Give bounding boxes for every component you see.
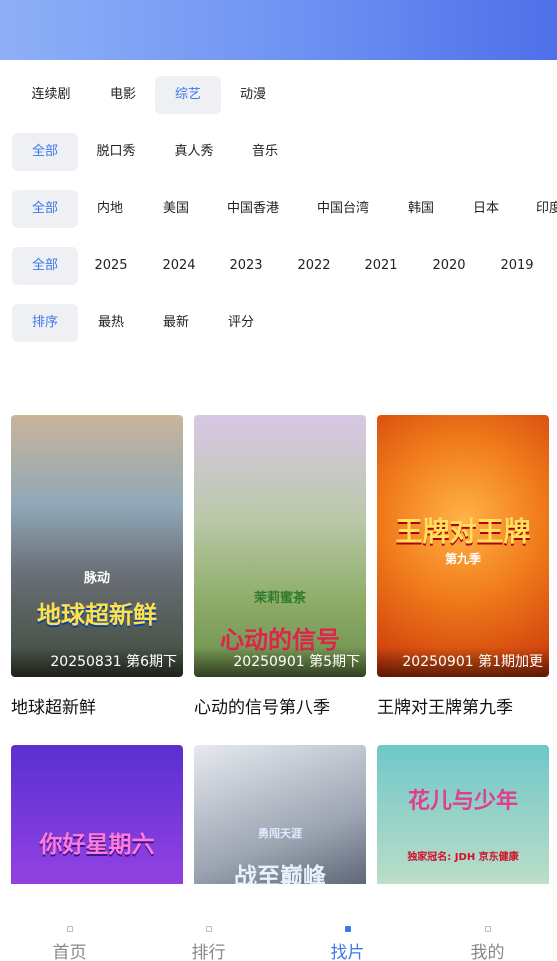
region-filter-mainland[interactable]: 内地 bbox=[88, 190, 132, 228]
tab-variety[interactable]: 综艺 bbox=[155, 76, 221, 114]
top-header-bar bbox=[0, 0, 557, 60]
sort-filter-row: 排序 最热 最新 评分 bbox=[0, 304, 557, 344]
nav-discover[interactable]: 找片 bbox=[278, 884, 417, 961]
episode-tag: 20250901 第1期加更 bbox=[402, 654, 543, 670]
show-title[interactable]: 地球超新鲜 bbox=[11, 693, 96, 718]
home-icon bbox=[66, 926, 73, 932]
show-card-heart-signal[interactable]: 心动的信号 茉莉蜜茶 20250901 第5期下 心动的信号第八季 bbox=[194, 415, 366, 725]
show-card-hello-saturday[interactable]: 你好星期六 bbox=[11, 745, 183, 884]
year-filter-row: 全部 2025 2024 2023 2022 2021 2020 2019 bbox=[0, 247, 557, 287]
year-filter-2025[interactable]: 2025 bbox=[90, 247, 132, 285]
nav-profile[interactable]: 我的 bbox=[418, 884, 557, 961]
show-card-ace-vs-ace[interactable]: 王牌对王牌 第九季 20250901 第1期加更 王牌对王牌第九季 bbox=[377, 415, 549, 725]
year-filter-2021[interactable]: 2021 bbox=[360, 247, 402, 285]
tab-anime[interactable]: 动漫 bbox=[220, 76, 286, 114]
show-title[interactable]: 心动的信号第八季 bbox=[194, 693, 330, 718]
nav-discover-label: 找片 bbox=[330, 943, 365, 961]
type-filter-all[interactable]: 全部 bbox=[12, 133, 78, 171]
tab-series[interactable]: 连续剧 bbox=[18, 76, 84, 114]
region-filter-japan[interactable]: 日本 bbox=[465, 190, 507, 228]
region-filter-korea[interactable]: 韩国 bbox=[400, 190, 442, 228]
sort-rating[interactable]: 评分 bbox=[220, 304, 262, 342]
ranking-icon bbox=[205, 926, 212, 932]
show-card-divas[interactable]: 花儿与少年 独家冠名: JDH 京东健康 bbox=[377, 745, 549, 884]
nav-ranking[interactable]: 排行 bbox=[139, 884, 278, 961]
year-filter-2022[interactable]: 2022 bbox=[293, 247, 335, 285]
region-filter-taiwan[interactable]: 中国台湾 bbox=[312, 190, 374, 228]
region-filter-us[interactable]: 美国 bbox=[154, 190, 198, 228]
poster-brand-art: 第九季 bbox=[444, 552, 481, 566]
bottom-navigation: 首页 排行 找片 我的 bbox=[0, 884, 557, 961]
year-filter-2019[interactable]: 2019 bbox=[496, 247, 538, 285]
nav-profile-label: 我的 bbox=[470, 943, 505, 961]
poster-brand-art: 茉莉蜜茶 bbox=[253, 591, 306, 606]
nav-ranking-label: 排行 bbox=[191, 943, 226, 961]
year-filter-2020[interactable]: 2020 bbox=[428, 247, 470, 285]
poster-title-art: 战至巅峰 bbox=[234, 864, 326, 884]
type-filter-row: 全部 脱口秀 真人秀 音乐 bbox=[0, 133, 557, 173]
poster-image[interactable]: 你好星期六 bbox=[11, 745, 183, 884]
year-filter-2023[interactable]: 2023 bbox=[225, 247, 267, 285]
poster-image[interactable]: 勇闯天涯 战至巅峰 bbox=[194, 745, 366, 884]
sort-newest[interactable]: 最新 bbox=[155, 304, 197, 342]
show-card-earth-fresh[interactable]: 地球超新鲜 脉动 20250831 第6期下 地球超新鲜 bbox=[11, 415, 183, 725]
episode-tag: 20250901 第5期下 bbox=[233, 654, 360, 670]
region-filter-row: 全部 内地 美国 中国香港 中国台湾 韩国 日本 印度 bbox=[0, 190, 557, 230]
episode-tag: 20250831 第6期下 bbox=[50, 654, 177, 670]
region-filter-india[interactable]: 印度 bbox=[536, 190, 557, 228]
year-filter-2024[interactable]: 2024 bbox=[158, 247, 200, 285]
category-tabs: 连续剧 电影 综艺 动漫 bbox=[0, 76, 557, 116]
poster-sponsor-art: 独家冠名: JDH 京东健康 bbox=[407, 852, 519, 863]
poster-image[interactable]: 花儿与少年 独家冠名: JDH 京东健康 bbox=[377, 745, 549, 884]
sort-label[interactable]: 排序 bbox=[12, 304, 78, 342]
poster-title-art: 地球超新鲜 bbox=[37, 601, 157, 629]
tab-movie[interactable]: 电影 bbox=[90, 76, 156, 114]
poster-image[interactable]: 地球超新鲜 脉动 20250831 第6期下 bbox=[11, 415, 183, 677]
nav-home[interactable]: 首页 bbox=[0, 884, 139, 961]
type-filter-music[interactable]: 音乐 bbox=[244, 133, 286, 171]
region-filter-hongkong[interactable]: 中国香港 bbox=[222, 190, 284, 228]
discover-icon bbox=[344, 926, 351, 932]
poster-title-art: 王牌对王牌 bbox=[395, 517, 531, 548]
type-filter-talkshow[interactable]: 脱口秀 bbox=[88, 133, 144, 171]
nav-home-label: 首页 bbox=[52, 943, 87, 961]
poster-title-art: 你好星期六 bbox=[39, 832, 155, 858]
poster-brand-art: 脉动 bbox=[83, 571, 110, 586]
year-filter-all[interactable]: 全部 bbox=[12, 247, 78, 285]
poster-image[interactable]: 王牌对王牌 第九季 20250901 第1期加更 bbox=[377, 415, 549, 677]
profile-icon bbox=[484, 926, 491, 932]
show-card-peak-battle[interactable]: 勇闯天涯 战至巅峰 bbox=[194, 745, 366, 884]
region-filter-all[interactable]: 全部 bbox=[12, 190, 78, 228]
poster-brand-art: 勇闯天涯 bbox=[258, 827, 302, 840]
poster-image[interactable]: 心动的信号 茉莉蜜茶 20250901 第5期下 bbox=[194, 415, 366, 677]
show-title[interactable]: 王牌对王牌第九季 bbox=[377, 693, 513, 718]
type-filter-reality[interactable]: 真人秀 bbox=[166, 133, 222, 171]
sort-hottest[interactable]: 最热 bbox=[90, 304, 132, 342]
poster-title-art: 花儿与少年 bbox=[407, 789, 518, 814]
